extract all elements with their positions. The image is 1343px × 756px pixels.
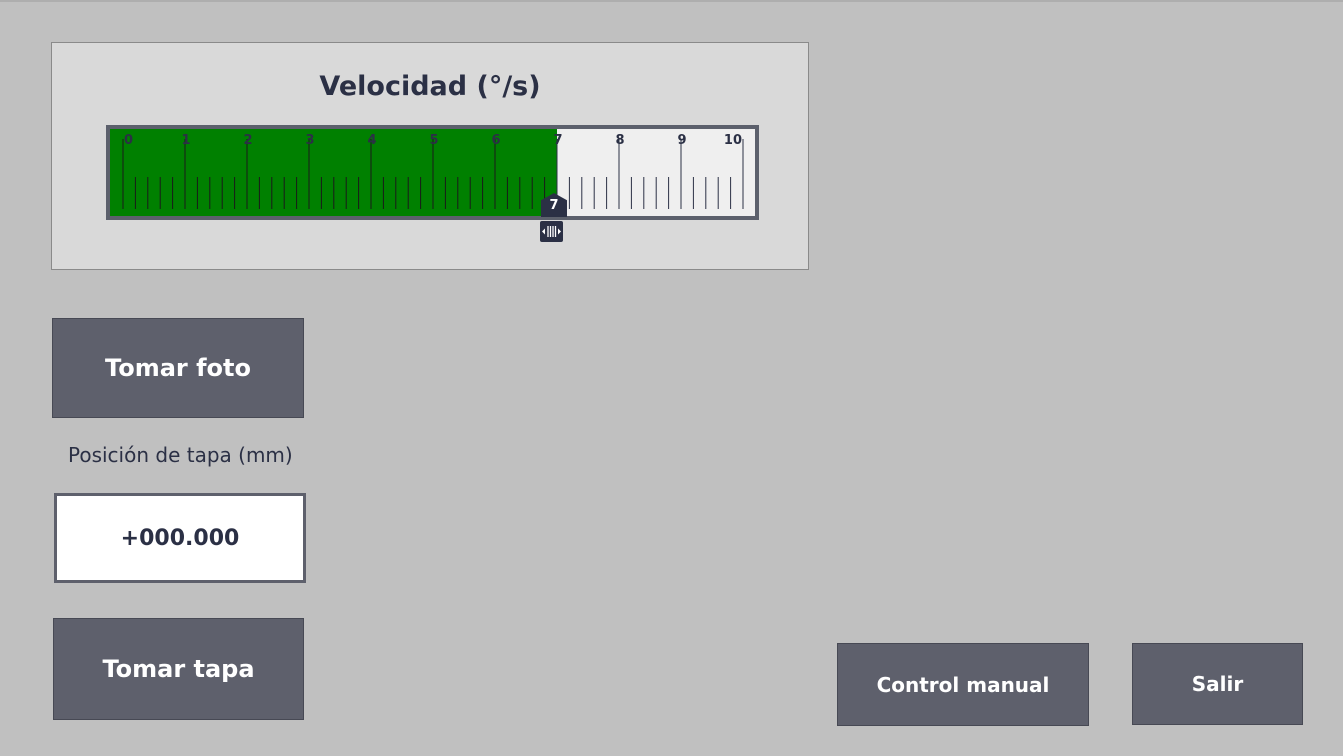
- tick-label: 2: [243, 133, 252, 148]
- tick-label: 6: [491, 133, 500, 148]
- drag-handle-icon: [542, 226, 561, 237]
- slider-scale: 0 1 2 3 4 5 6 7 8 9 10: [122, 133, 744, 209]
- tick-label: 7: [553, 133, 562, 148]
- take-photo-button[interactable]: Tomar foto: [52, 318, 304, 418]
- speed-slider[interactable]: 0 1 2 3 4 5 6 7 8 9 10: [106, 125, 759, 220]
- tick-label: 9: [677, 133, 686, 148]
- tick-label: 10: [724, 133, 742, 148]
- slider-value-label: 7: [549, 198, 559, 213]
- slider-value-marker: 7: [541, 193, 567, 217]
- speed-title: Velocidad (°/s): [319, 71, 541, 102]
- lid-position-field[interactable]: +000.000: [54, 493, 306, 583]
- tick-label: 3: [305, 133, 314, 148]
- exit-button[interactable]: Salir: [1132, 643, 1303, 725]
- take-lid-button[interactable]: Tomar tapa: [53, 618, 304, 720]
- top-border: [0, 0, 1343, 2]
- tick-label: 8: [615, 133, 624, 148]
- slider-handle[interactable]: [540, 221, 563, 242]
- tick-label: 0: [124, 133, 133, 148]
- tick-label: 5: [429, 133, 438, 148]
- manual-control-button[interactable]: Control manual: [837, 643, 1089, 726]
- tick-label: 1: [181, 133, 190, 148]
- tick-label: 4: [367, 133, 376, 148]
- lid-position-label: Posición de tapa (mm): [68, 443, 293, 467]
